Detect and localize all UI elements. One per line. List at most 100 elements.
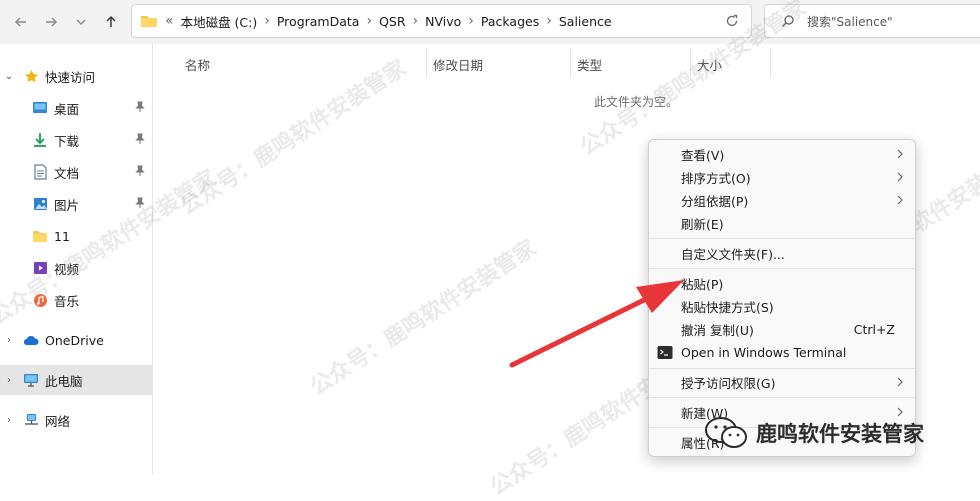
navigation-pane: ⌄ 快速访问 桌面 下载 文档 图片 11 视频 音乐 › OneDrive ›…	[0, 44, 152, 475]
chevron-down-icon[interactable]: ⌄	[3, 71, 15, 82]
star-icon	[23, 68, 39, 84]
refresh-icon[interactable]	[725, 14, 739, 28]
menu-item-sort[interactable]: 排序方式(O)	[649, 166, 915, 189]
music-icon	[32, 292, 48, 308]
search-input[interactable]	[805, 11, 979, 33]
sidebar-item-label: OneDrive	[45, 332, 104, 348]
sidebar-item-network[interactable]: › 网络	[0, 405, 152, 435]
sidebar-item-onedrive[interactable]: › OneDrive	[0, 325, 152, 355]
download-icon	[32, 132, 48, 148]
sidebar-item-label: 快速访问	[45, 69, 96, 85]
chevron-right-icon	[897, 377, 903, 387]
address-bar[interactable]: « 本地磁盘 (C:) › ProgramData › QSR › NVivo …	[131, 4, 752, 38]
search-box[interactable]	[764, 4, 980, 38]
chevron-right-icon: ›	[546, 13, 552, 29]
crumb-drive[interactable]: 本地磁盘 (C:)	[175, 12, 264, 31]
back-button[interactable]	[8, 9, 34, 35]
sidebar-item-label: 此电脑	[45, 373, 83, 389]
chevron-right-icon: ›	[366, 13, 373, 29]
context-menu: 查看(V) 排序方式(O) 分组依据(P) 刷新(E) 自定义文件夹(F)...…	[648, 139, 916, 457]
terminal-icon	[657, 346, 673, 359]
sidebar-item-label: 网络	[45, 413, 71, 429]
menu-item-undo-copy[interactable]: 撤消 复制(U) Ctrl+Z	[649, 318, 915, 341]
watermark-text: 公众号：鹿鸣软件安装管家	[305, 235, 541, 401]
chevron-right-icon[interactable]: ›	[3, 375, 15, 386]
pictures-icon	[32, 196, 48, 212]
sidebar-item-this-pc[interactable]: › 此电脑	[0, 365, 152, 395]
sidebar-item-quick-access[interactable]: ⌄ 快速访问	[0, 61, 152, 91]
folder-icon	[32, 228, 48, 244]
watermark-logo-text: 鹿鸣软件安装管家	[756, 422, 924, 446]
up-button[interactable]	[98, 9, 124, 35]
crumb-salience[interactable]: Salience	[553, 14, 618, 29]
sidebar-item-music[interactable]: 音乐	[0, 285, 152, 315]
chevron-right-icon: ›	[264, 13, 270, 29]
menu-item-paste[interactable]: 粘贴(P)	[649, 272, 915, 295]
chevron-right-icon: ›	[412, 13, 419, 29]
chevron-right-icon	[897, 195, 903, 205]
shortcut-hint: Ctrl+Z	[853, 322, 895, 337]
chevron-right-icon	[897, 149, 903, 159]
desktop-icon	[32, 100, 48, 116]
column-divider[interactable]	[690, 48, 691, 78]
network-icon	[23, 412, 39, 428]
chevron-down-icon	[76, 19, 86, 25]
sidebar-item-label: 下载	[54, 133, 80, 149]
pin-icon[interactable]	[134, 197, 146, 209]
sidebar-item-label: 文档	[54, 165, 80, 181]
watermark-text: 公众号：鹿鸣软件安装管家	[175, 55, 411, 221]
column-header-name[interactable]: 名称	[185, 53, 210, 75]
menu-separator	[649, 238, 915, 239]
sidebar-item-label: 视频	[54, 261, 80, 277]
menu-separator	[649, 368, 915, 369]
computer-icon	[23, 372, 39, 388]
wechat-icon	[705, 417, 747, 448]
sidebar-item-pictures[interactable]: 图片	[0, 189, 152, 219]
arrow-right-icon	[46, 17, 57, 27]
arrow-left-icon	[15, 17, 26, 27]
sidebar-item-label: 桌面	[54, 101, 80, 117]
arrow-up-icon	[106, 16, 116, 27]
folder-icon	[141, 16, 157, 27]
sidebar-item-folder-11[interactable]: 11	[0, 221, 152, 251]
pane-divider[interactable]	[152, 44, 153, 475]
column-header-type[interactable]: 类型	[577, 53, 602, 75]
crumb-nvivo[interactable]: NVivo	[419, 14, 467, 29]
recent-locations-button[interactable]	[68, 9, 94, 35]
watermark-logo: 鹿鸣软件安装管家	[704, 416, 924, 450]
crumb-qsr[interactable]: QSR	[373, 14, 411, 29]
menu-item-refresh[interactable]: 刷新(E)	[649, 212, 915, 235]
column-divider[interactable]	[426, 48, 427, 78]
chevron-right-icon[interactable]: ›	[3, 335, 15, 346]
pin-icon[interactable]	[134, 101, 146, 113]
forward-button[interactable]	[38, 9, 64, 35]
menu-separator	[649, 268, 915, 269]
sidebar-item-downloads[interactable]: 下载	[0, 125, 152, 155]
menu-item-view[interactable]: 查看(V)	[649, 143, 915, 166]
sidebar-item-label: 11	[54, 228, 70, 244]
overflow-chevron[interactable]: «	[164, 13, 175, 29]
column-header-size[interactable]: 大小	[697, 53, 722, 75]
crumb-programdata[interactable]: ProgramData	[271, 14, 366, 29]
sidebar-item-documents[interactable]: 文档	[0, 157, 152, 187]
menu-item-customize-folder[interactable]: 自定义文件夹(F)...	[649, 242, 915, 265]
column-divider[interactable]	[770, 48, 771, 78]
chevron-right-icon[interactable]: ›	[3, 415, 15, 426]
menu-item-give-access[interactable]: 授予访问权限(G)	[649, 371, 915, 394]
sidebar-item-videos[interactable]: 视频	[0, 253, 152, 283]
pin-icon[interactable]	[134, 133, 146, 145]
column-divider[interactable]	[570, 48, 571, 78]
crumb-packages[interactable]: Packages	[475, 14, 545, 29]
title-bar: « 本地磁盘 (C:) › ProgramData › QSR › NVivo …	[0, 0, 980, 44]
sidebar-item-desktop[interactable]: 桌面	[0, 93, 152, 123]
menu-item-paste-shortcut[interactable]: 粘贴快捷方式(S)	[649, 295, 915, 318]
chevron-right-icon: ›	[468, 13, 474, 29]
sidebar-item-label: 音乐	[54, 293, 80, 309]
chevron-right-icon	[897, 172, 903, 182]
column-header-modified[interactable]: 修改日期	[433, 53, 483, 75]
pin-icon[interactable]	[134, 165, 146, 177]
cloud-icon	[23, 332, 39, 348]
menu-item-group[interactable]: 分组依据(P)	[649, 189, 915, 212]
menu-item-open-terminal[interactable]: Open in Windows Terminal	[649, 341, 915, 364]
breadcrumb: « 本地磁盘 (C:) › ProgramData › QSR › NVivo …	[140, 5, 618, 37]
